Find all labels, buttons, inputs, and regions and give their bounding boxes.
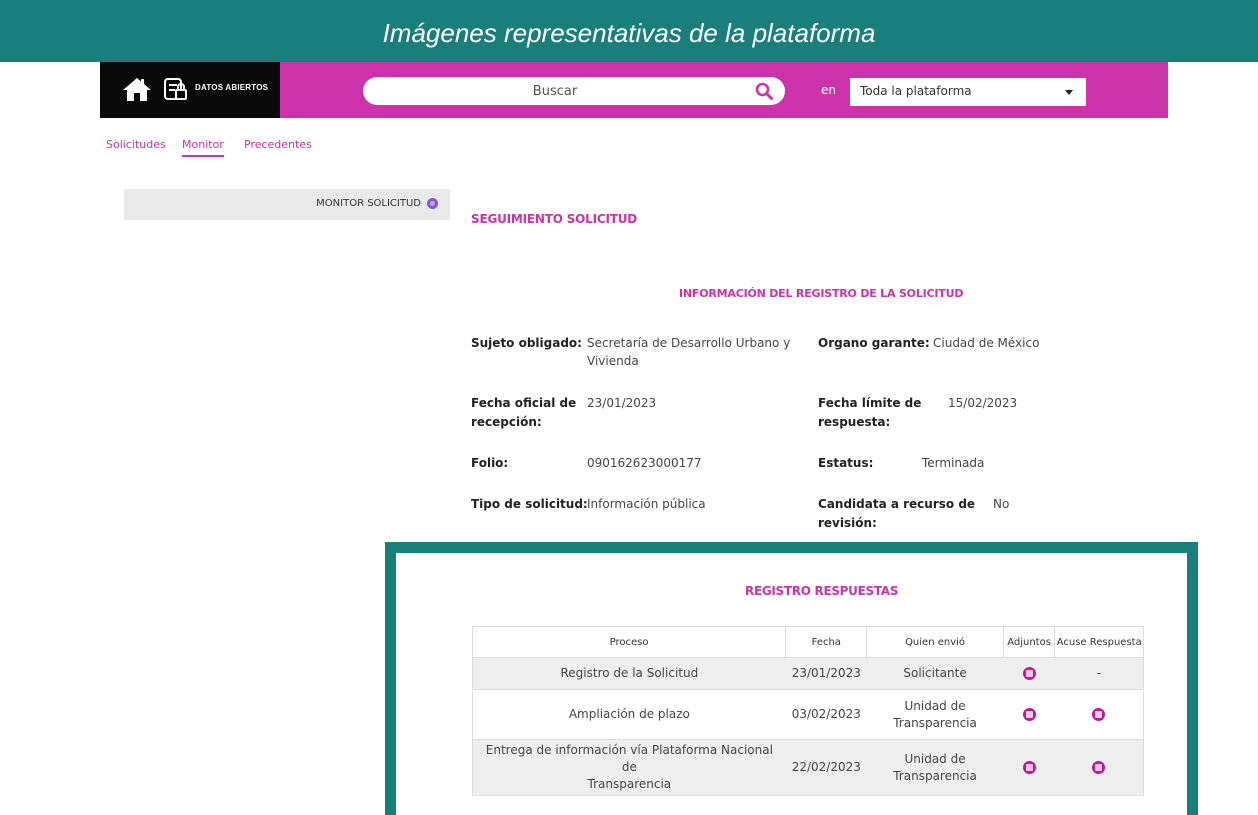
proceso-text: Ampliación de plazo	[568, 707, 690, 721]
tipo-solicitud-value: Información pública	[587, 497, 706, 511]
fecha-limite-label-line1: Fecha límite de	[818, 396, 922, 410]
fecha-oficial-label-line2: recepción:	[471, 415, 542, 429]
indicator-icon	[427, 198, 438, 209]
caption-banner: Imágenes representativas de la plataform…	[0, 0, 1258, 62]
tab-solicitudes[interactable]: Solicitudes	[106, 138, 166, 151]
acuse-cell: -	[1054, 657, 1144, 690]
fecha-cell: 03/02/2023	[785, 689, 867, 740]
tab-precedentes[interactable]: Precedentes	[244, 138, 312, 151]
attachment-icon[interactable]	[1022, 761, 1036, 774]
quien-envio-text-line2: Transparencia	[893, 715, 977, 730]
sujeto-obligado-label: Sujeto obligado:	[471, 336, 582, 350]
quien-envio-text-line2: Transparencia	[893, 768, 977, 783]
info-title: INFORMACIÓN DEL REGISTRO DE LA SOLICITUD	[679, 287, 964, 300]
search-box	[363, 77, 785, 105]
proceso-cell: Ampliación de plazo	[472, 689, 786, 740]
scope-selected-value: Toda la plataforma	[860, 84, 972, 98]
proceso-cell: Entrega de información vía Plataforma Na…	[472, 739, 786, 796]
chevron-down-icon	[1065, 90, 1073, 95]
table-row: Ampliación de plazo 03/02/2023 Unidad de…	[472, 689, 1144, 740]
proceso-text: Registro de la Solicitud	[560, 666, 699, 680]
column-header-quien-envio: Quien envió	[866, 626, 1004, 658]
candidata-value: No	[993, 497, 1010, 511]
quien-envio-cell: Unidad de Transparencia	[866, 689, 1004, 740]
table-header-row: Proceso Fecha Quien envió Adjuntos Acuse…	[471, 626, 1144, 658]
adjuntos-cell	[1003, 689, 1055, 740]
table-row: Entrega de información vía Plataforma Na…	[472, 739, 1144, 796]
proceso-text-line1: Entrega de información vía Plataforma Na…	[485, 743, 773, 774]
brand-block[interactable]: DATOS ABIERTOS	[100, 62, 280, 118]
quien-envio-text-line1: Unidad de	[904, 751, 966, 766]
quien-envio-text: Solicitante	[903, 666, 967, 680]
adjuntos-cell	[1003, 657, 1055, 690]
quien-envio-text-line1: Unidad de	[904, 698, 966, 713]
organo-garante-label: Organo garante:	[818, 336, 930, 350]
fecha-cell: 23/01/2023	[785, 657, 867, 690]
fecha-oficial-label-line1: Fecha oficial de	[471, 396, 577, 410]
organo-garante-value: Ciudad de México	[933, 336, 1040, 350]
receipt-icon[interactable]	[1092, 761, 1106, 774]
banner-title: Imágenes representativas de la plataform…	[382, 18, 876, 48]
responses-title: REGISTRO RESPUESTAS	[745, 584, 899, 598]
acuse-cell	[1054, 739, 1144, 796]
scope-prefix-label: en	[821, 83, 836, 97]
sujeto-obligado-value-line1: Secretaría de Desarrollo Urbano y	[587, 336, 791, 350]
acuse-cell	[1054, 689, 1144, 740]
fecha-limite-value: 15/02/2023	[948, 396, 1018, 410]
estatus-value: Terminada	[922, 456, 985, 470]
estatus-label: Estatus:	[818, 456, 874, 470]
top-navigation-bar: DATOS ABIERTOS en Toda la plataforma	[100, 62, 1168, 118]
scope-select[interactable]: Toda la plataforma	[850, 78, 1086, 106]
column-header-proceso: Proceso	[471, 626, 787, 658]
sujeto-obligado-value-line2: Vivienda	[587, 354, 639, 368]
search-icon[interactable]	[755, 82, 773, 100]
responses-table: Proceso Fecha Quien envió Adjuntos Acuse…	[471, 626, 1144, 796]
folio-label: Folio:	[471, 456, 509, 470]
open-data-icon	[164, 78, 187, 100]
fecha-oficial-value: 23/01/2023	[587, 396, 657, 410]
candidata-label-line1: Candidata a recurso de	[818, 497, 976, 511]
fecha-limite-label-line2: respuesta:	[818, 415, 891, 429]
proceso-cell: Registro de la Solicitud	[472, 657, 786, 690]
attachment-icon[interactable]	[1022, 708, 1036, 721]
candidata-label-line2: revisión:	[818, 516, 877, 530]
column-header-fecha: Fecha	[785, 626, 868, 658]
sidebar-item-monitor-solicitud[interactable]: MONITOR SOLICITUD	[316, 198, 438, 209]
receipt-icon[interactable]	[1092, 708, 1106, 721]
section-title: SEGUIMIENTO SOLICITUD	[471, 212, 638, 226]
fecha-cell: 22/02/2023	[785, 739, 867, 796]
quien-envio-cell: Unidad de Transparencia	[866, 739, 1004, 796]
sidebar-item-label: MONITOR SOLICITUD	[316, 198, 421, 209]
brand-label: DATOS ABIERTOS	[195, 83, 269, 92]
tab-monitor[interactable]: Monitor	[182, 138, 224, 157]
attachment-icon[interactable]	[1022, 667, 1036, 680]
table-row: Registro de la Solicitud 23/01/2023 Soli…	[472, 657, 1144, 690]
folio-value: 090162623000177	[587, 456, 702, 470]
quien-envio-cell: Solicitante	[866, 657, 1004, 690]
home-icon[interactable]	[122, 76, 152, 102]
search-input[interactable]	[375, 81, 735, 101]
column-header-acuse-respuesta: Acuse Respuesta	[1054, 626, 1144, 658]
column-header-adjuntos: Adjuntos	[1002, 626, 1056, 658]
adjuntos-cell	[1003, 739, 1055, 796]
tipo-solicitud-label: Tipo de solicitud:	[471, 497, 588, 511]
proceso-text-line2: Transparencia	[587, 777, 672, 791]
sidebar: MONITOR SOLICITUD	[124, 189, 450, 220]
